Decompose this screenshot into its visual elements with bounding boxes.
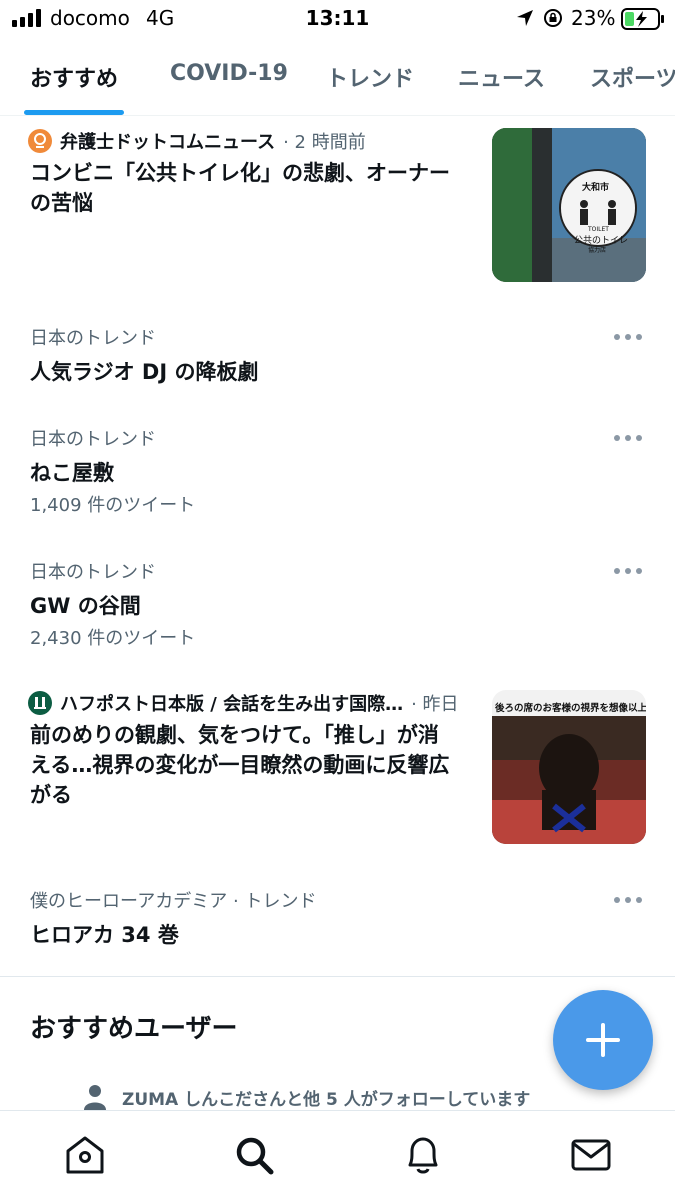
news-title-line: がる <box>30 783 72 807</box>
bottom-nav <box>0 1110 675 1200</box>
source-logo-icon <box>28 691 52 715</box>
thumb-sign-text: 協力店 <box>588 247 607 254</box>
compose-tweet-button[interactable] <box>553 990 653 1090</box>
plus-icon <box>586 1023 620 1057</box>
news-time: · 2 時間前 <box>283 132 366 153</box>
followed-by-text: ZUMA しんこださんと他 5 人がフォローしています <box>122 1089 531 1110</box>
trend-category: 日本のトレンド <box>30 328 156 349</box>
news-title: コンビニ「公共トイレ化」の悲劇、オーナー の苦悩 <box>30 158 480 218</box>
status-bar: docomo 4G 13:11 23% <box>0 0 675 40</box>
source-name: ハフポスト日本版 / 会話を生み出す国際… <box>60 694 404 715</box>
news-title-line: コンビニ「公共トイレ化」の悲劇、オーナー <box>30 161 450 185</box>
news-title-line: える…視界の変化が一目瞭然の動画に反響広 <box>30 753 450 777</box>
more-options-icon[interactable] <box>614 565 644 575</box>
tweet-count: 1,409 件のツイート <box>30 495 196 516</box>
trend-title: ヒロアカ 34 巻 <box>30 923 179 947</box>
active-tab-indicator <box>24 110 124 115</box>
tab-sports[interactable]: スポーツ <box>590 61 675 93</box>
thumb-sign-text: 大和市 <box>582 183 610 193</box>
recommended-users-heading: おすすめユーザー <box>30 1014 238 1044</box>
tab-news[interactable]: ニュース <box>458 61 545 93</box>
tab-recommended[interactable]: おすすめ <box>30 61 118 93</box>
source-name: 弁護士ドットコムニュース <box>60 132 276 153</box>
news-source: ハフポスト日本版 / 会話を生み出す国際… · 昨日 <box>28 690 468 716</box>
trend-category: 日本のトレンド <box>30 429 156 450</box>
more-options-icon[interactable] <box>614 331 644 341</box>
trend-title: GW の谷間 <box>30 594 141 618</box>
thumb-sign-text: TOILET <box>588 226 609 233</box>
followed-by-context: ZUMA しんこださんと他 5 人がフォローしています <box>84 1084 530 1110</box>
news-thumbnail: 後ろの席のお客様の視界を想像以上 <box>492 690 646 844</box>
person-icon <box>84 1085 106 1110</box>
news-title-line: 前のめりの観劇、気をつけて。「推し」が消 <box>30 723 439 747</box>
battery-charging-icon <box>621 8 664 30</box>
tab-trending[interactable]: トレンド <box>326 61 414 93</box>
more-options-icon[interactable] <box>614 432 644 442</box>
news-source: 弁護士ドットコムニュース · 2 時間前 <box>28 128 366 154</box>
tweet-count: 2,430 件のツイート <box>30 628 196 649</box>
news-thumbnail: 大和市 TOILET 公共のトイレ 協力店 <box>492 128 646 282</box>
trend-category: 僕のヒーローアカデミア · トレンド <box>30 891 317 912</box>
trend-category: 日本のトレンド <box>30 562 156 583</box>
news-time: · 昨日 <box>411 694 459 715</box>
battery-percent: 23% <box>571 6 616 30</box>
location-arrow-icon <box>517 10 533 26</box>
messages-icon[interactable] <box>569 1133 613 1177</box>
notifications-icon[interactable] <box>401 1133 445 1177</box>
trend-title: 人気ラジオ DJ の降板劇 <box>30 360 259 384</box>
source-logo-icon <box>28 129 52 153</box>
rotation-lock-icon <box>544 9 562 27</box>
more-options-icon[interactable] <box>614 894 644 904</box>
explore-tabs: おすすめ COVID-19 トレンド ニュース スポーツ <box>0 44 675 116</box>
news-title-line: の苦悩 <box>30 191 93 215</box>
section-divider <box>0 976 675 977</box>
tab-covid[interactable]: COVID-19 <box>170 61 288 86</box>
home-icon[interactable] <box>63 1133 107 1177</box>
thumb-caption: 後ろの席のお客様の視界を想像以上 <box>495 703 646 714</box>
search-icon[interactable] <box>232 1133 276 1177</box>
news-title: 前のめりの観劇、気をつけて。「推し」が消 える…視界の変化が一目瞭然の動画に反響… <box>30 720 480 810</box>
trend-title: ねこ屋敷 <box>30 461 114 485</box>
